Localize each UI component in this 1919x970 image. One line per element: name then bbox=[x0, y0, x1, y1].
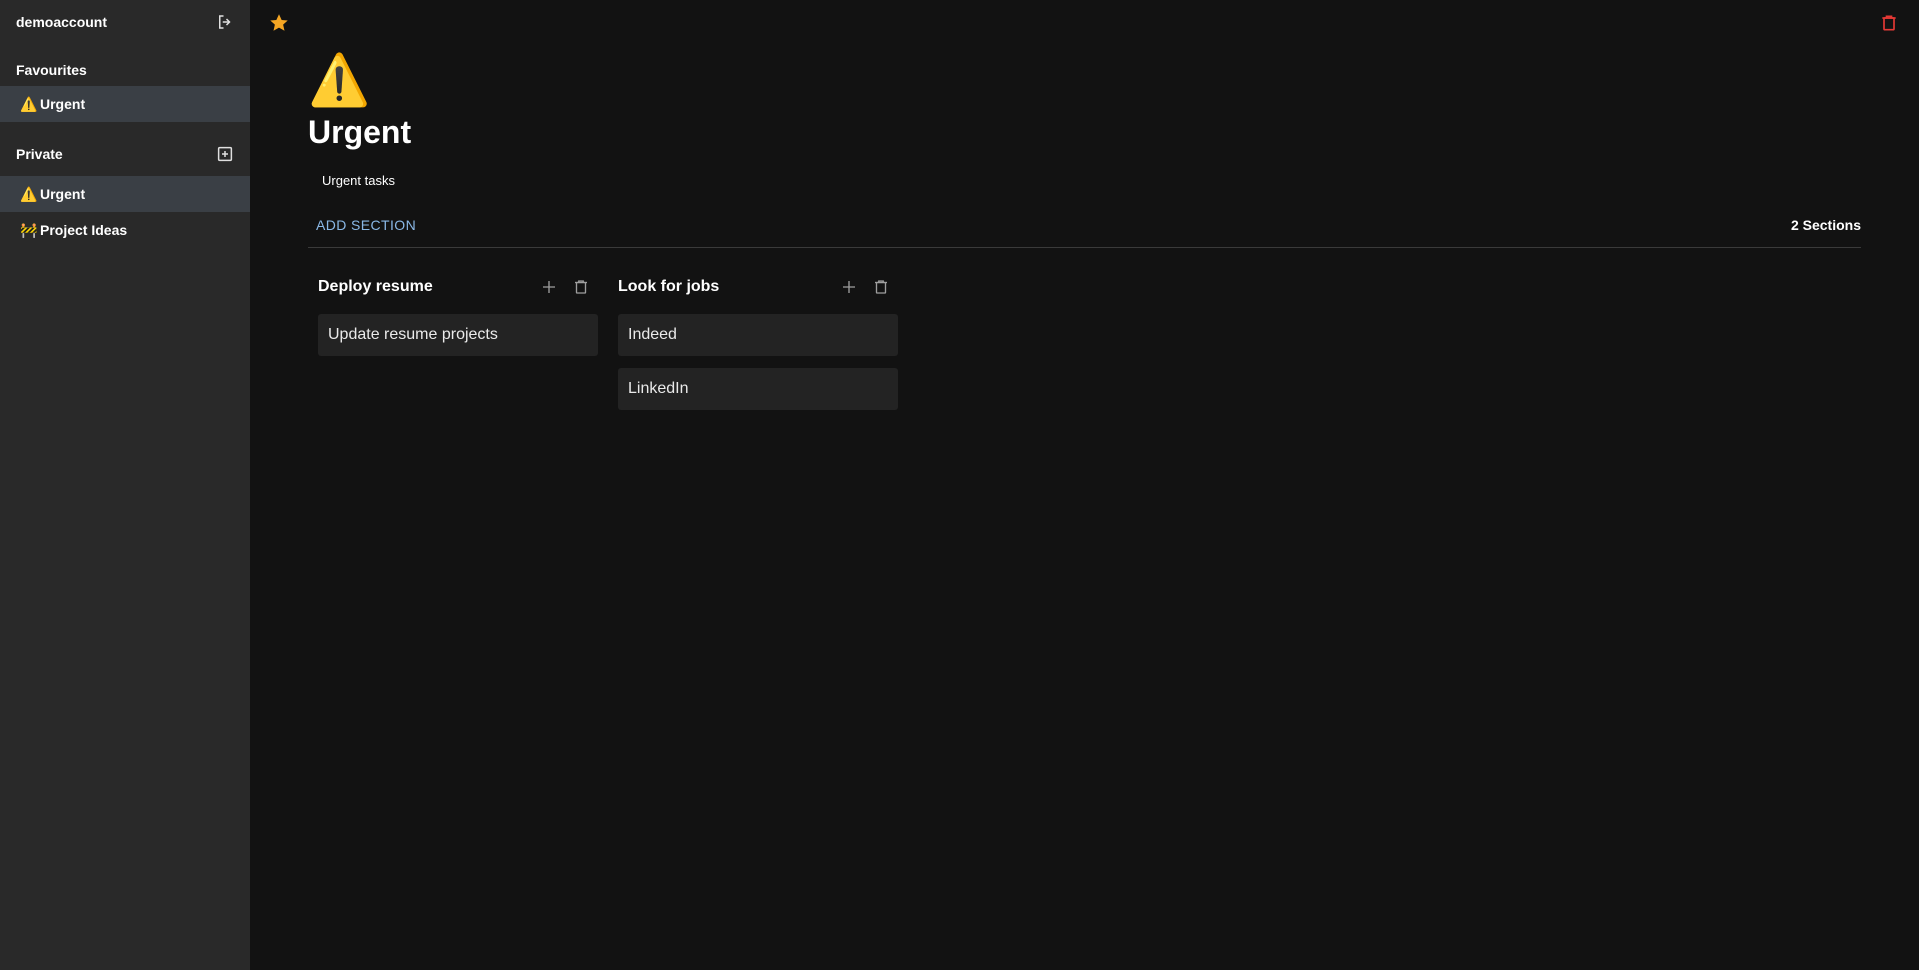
sidebar-item-urgent[interactable]: ⚠️ Urgent bbox=[0, 176, 250, 212]
delete-page-icon[interactable] bbox=[1879, 13, 1899, 33]
sidebar: demoaccount Favourites ⚠️ Urgent Private… bbox=[0, 0, 250, 970]
sidebar-item-label: Project Ideas bbox=[40, 222, 128, 238]
favourites-title-label: Favourites bbox=[16, 62, 87, 78]
sections-board: Deploy resume Update resume projects Loo… bbox=[308, 272, 1861, 410]
app-root: demoaccount Favourites ⚠️ Urgent Private… bbox=[0, 0, 1919, 970]
warning-icon: ⚠️ bbox=[20, 95, 38, 112]
section-header: Look for jobs bbox=[618, 272, 898, 302]
section-title[interactable]: Look for jobs bbox=[618, 278, 719, 296]
page-content: ⚠️ Urgent Urgent tasks ADD SECTION 2 Sec… bbox=[250, 50, 1919, 410]
section-header: Deploy resume bbox=[318, 272, 598, 302]
sidebar-header: demoaccount bbox=[0, 0, 250, 44]
private-title: Private bbox=[0, 132, 250, 176]
section-count: 2 Sections bbox=[1790, 216, 1861, 233]
sidebar-item-favourite-urgent[interactable]: ⚠️ Urgent bbox=[0, 86, 250, 122]
add-section-button[interactable]: ADD SECTION bbox=[316, 210, 416, 246]
delete-section-icon[interactable] bbox=[572, 278, 590, 296]
section-card: Deploy resume Update resume projects bbox=[318, 272, 598, 410]
add-task-icon[interactable] bbox=[540, 278, 558, 296]
page-title[interactable]: Urgent bbox=[308, 112, 1861, 152]
section-actions bbox=[840, 278, 898, 296]
section-actions bbox=[540, 278, 598, 296]
favourite-star-icon[interactable] bbox=[268, 12, 290, 34]
logout-icon[interactable] bbox=[216, 13, 234, 31]
favourites-title: Favourites bbox=[0, 54, 250, 86]
add-task-icon[interactable] bbox=[840, 278, 858, 296]
add-page-icon[interactable] bbox=[216, 145, 234, 163]
section-toolbar: ADD SECTION 2 Sections bbox=[308, 208, 1861, 248]
page-emoji-icon[interactable]: ⚠️ bbox=[308, 50, 1861, 112]
sidebar-item-label: Urgent bbox=[40, 96, 86, 112]
page-description[interactable]: Urgent tasks bbox=[308, 172, 1861, 190]
topbar bbox=[250, 0, 1919, 46]
sidebar-item-label: Urgent bbox=[40, 186, 86, 202]
username: demoaccount bbox=[16, 14, 108, 30]
warning-icon: ⚠️ bbox=[20, 185, 38, 202]
section-card: Look for jobs Indeed LinkedIn bbox=[618, 272, 898, 410]
sidebar-item-project-ideas[interactable]: 🚧 Project Ideas bbox=[0, 212, 250, 248]
main-content: ⚠️ Urgent Urgent tasks ADD SECTION 2 Sec… bbox=[250, 0, 1919, 970]
task-item[interactable]: LinkedIn bbox=[618, 368, 898, 410]
private-title-label: Private bbox=[16, 146, 63, 162]
task-item[interactable]: Indeed bbox=[618, 314, 898, 356]
section-title[interactable]: Deploy resume bbox=[318, 278, 433, 296]
delete-section-icon[interactable] bbox=[872, 278, 890, 296]
task-item[interactable]: Update resume projects bbox=[318, 314, 598, 356]
construction-icon: 🚧 bbox=[20, 221, 38, 238]
